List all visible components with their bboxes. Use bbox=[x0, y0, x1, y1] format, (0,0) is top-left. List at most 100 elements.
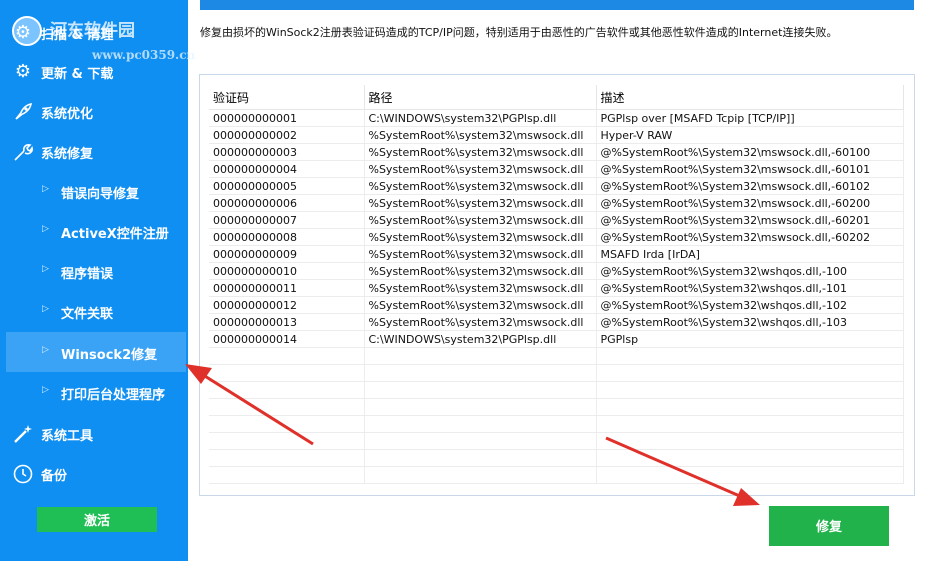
cell-empty bbox=[596, 466, 904, 484]
sidebar-sub-item-error-wizard[interactable]: ▷ 错误向导修复 bbox=[0, 171, 188, 211]
cell-empty bbox=[364, 347, 597, 365]
wrench-icon bbox=[12, 141, 34, 163]
sidebar-sub-item-label: 错误向导修复 bbox=[61, 187, 140, 202]
table-row[interactable]: 000000000006 %SystemRoot%\system32\mswsoc… bbox=[209, 194, 904, 212]
table-header-row: 验证码 路径 描述 bbox=[209, 85, 904, 110]
cell-description: Hyper-V RAW bbox=[596, 126, 904, 144]
cell-description: @%SystemRoot%\System32\wshqos.dll,-101 bbox=[596, 279, 904, 297]
cell-code: 000000000005 bbox=[209, 177, 365, 195]
cell-description: @%SystemRoot%\System32\mswsock.dll,-6020… bbox=[596, 228, 904, 246]
cell-code: 000000000001 bbox=[209, 109, 365, 127]
cell-path: %SystemRoot%\system32\mswsock.dll bbox=[364, 228, 597, 246]
column-header-path[interactable]: 路径 bbox=[364, 85, 597, 110]
clock-icon bbox=[12, 463, 34, 485]
sidebar-item-scan-clean[interactable]: ⚙ 扫描 & 清理 bbox=[0, 12, 188, 52]
fix-button[interactable]: 修复 bbox=[769, 506, 889, 546]
sidebar-item-system-optimize[interactable]: 系统优化 bbox=[0, 91, 188, 131]
sidebar-sub-item-label: ActiveX控件注册 bbox=[61, 227, 169, 242]
sidebar-item-update-download[interactable]: ⚙ 更新 & 下载 bbox=[0, 51, 188, 91]
cell-code: 000000000011 bbox=[209, 279, 365, 297]
table-row[interactable]: 000000000005 %SystemRoot%\system32\mswsoc… bbox=[209, 177, 904, 195]
cell-path: C:\WINDOWS\system32\PGPlsp.dll bbox=[364, 109, 597, 127]
cell-description: MSAFD Irda [IrDA] bbox=[596, 245, 904, 263]
sidebar-sub-item-file-association[interactable]: ▷ 文件关联 bbox=[0, 291, 188, 331]
cell-description: PGPlsp over [MSAFD Tcpip [TCP/IP]] bbox=[596, 109, 904, 127]
cell-path: C:\WINDOWS\system32\PGPlsp.dll bbox=[364, 330, 597, 348]
chevron-right-icon: ▷ bbox=[42, 224, 49, 234]
cell-empty bbox=[209, 381, 365, 399]
table-row[interactable]: 000000000014 C:\WINDOWS\system32\PGPlsp.d… bbox=[209, 330, 904, 348]
column-header-description[interactable]: 描述 bbox=[596, 85, 904, 110]
sidebar-sub-item-winsock2[interactable]: ▷ Winsock2修复 bbox=[6, 332, 186, 372]
cell-description: @%SystemRoot%\System32\wshqos.dll,-102 bbox=[596, 296, 904, 314]
activate-button[interactable]: 激活 bbox=[37, 507, 157, 532]
chevron-right-icon: ▷ bbox=[42, 385, 49, 395]
cell-empty bbox=[596, 415, 904, 433]
table-row[interactable]: 000000000008 %SystemRoot%\system32\mswsoc… bbox=[209, 228, 904, 246]
table-row[interactable]: 000000000001 C:\WINDOWS\system32\PGPlsp.d… bbox=[209, 109, 904, 127]
cell-code: 000000000012 bbox=[209, 296, 365, 314]
page-description: 修复由损坏的WinSock2注册表验证码造成的TCP/IP问题，特别适用于由恶性… bbox=[200, 26, 838, 39]
cell-empty bbox=[596, 381, 904, 399]
table-row-empty bbox=[209, 449, 904, 467]
table-row[interactable]: 000000000012 %SystemRoot%\system32\mswsoc… bbox=[209, 296, 904, 314]
rocket-icon bbox=[12, 101, 34, 123]
winsock-list-panel: 验证码 路径 描述 000000000001 C:\WINDOWS\system3… bbox=[199, 74, 915, 496]
sidebar-item-system-repair[interactable]: 系统修复 bbox=[0, 131, 188, 171]
cell-empty bbox=[596, 432, 904, 450]
cell-empty bbox=[209, 364, 365, 382]
table-row-empty bbox=[209, 398, 904, 416]
winsock-table[interactable]: 验证码 路径 描述 000000000001 C:\WINDOWS\system3… bbox=[209, 85, 904, 485]
chevron-right-icon: ▷ bbox=[42, 304, 49, 314]
cell-empty bbox=[209, 449, 365, 467]
cell-path: %SystemRoot%\system32\mswsock.dll bbox=[364, 126, 597, 144]
cell-empty bbox=[209, 398, 365, 416]
sidebar-sub-item-print-spooler[interactable]: ▷ 打印后台处理程序 bbox=[0, 372, 188, 412]
cell-code: 000000000010 bbox=[209, 262, 365, 280]
cell-code: 000000000007 bbox=[209, 211, 365, 229]
cell-description: @%SystemRoot%\System32\wshqos.dll,-100 bbox=[596, 262, 904, 280]
table-row-empty bbox=[209, 347, 904, 365]
title-bar-gap bbox=[914, 0, 927, 10]
table-row[interactable]: 000000000010 %SystemRoot%\system32\mswsoc… bbox=[209, 262, 904, 280]
table-row-empty bbox=[209, 415, 904, 433]
table-row[interactable]: 000000000002 %SystemRoot%\system32\mswsoc… bbox=[209, 126, 904, 144]
wand-icon bbox=[12, 423, 34, 445]
table-row[interactable]: 000000000013 %SystemRoot%\system32\mswsoc… bbox=[209, 313, 904, 331]
cell-empty bbox=[364, 466, 597, 484]
sidebar-sub-item-label: 程序错误 bbox=[61, 267, 114, 282]
cell-path: %SystemRoot%\system32\mswsock.dll bbox=[364, 177, 597, 195]
sidebar-sub-item-activex[interactable]: ▷ ActiveX控件注册 bbox=[0, 211, 188, 251]
sidebar-sub-item-label: 打印后台处理程序 bbox=[61, 388, 166, 403]
cell-empty bbox=[364, 381, 597, 399]
cell-path: %SystemRoot%\system32\mswsock.dll bbox=[364, 160, 597, 178]
sidebar-sub-item-label: 文件关联 bbox=[61, 307, 114, 322]
cell-code: 000000000006 bbox=[209, 194, 365, 212]
column-header-code[interactable]: 验证码 bbox=[209, 85, 365, 110]
table-row[interactable]: 000000000011 %SystemRoot%\system32\mswsoc… bbox=[209, 279, 904, 297]
table-row[interactable]: 000000000003 %SystemRoot%\system32\mswsoc… bbox=[209, 143, 904, 161]
sidebar-sub-item-program-errors[interactable]: ▷ 程序错误 bbox=[0, 251, 188, 291]
cell-path: %SystemRoot%\system32\mswsock.dll bbox=[364, 262, 597, 280]
sidebar-item-backup[interactable]: 备份 bbox=[0, 453, 188, 493]
sidebar-item-label: 扫描 & 清理 bbox=[41, 28, 114, 43]
cell-empty bbox=[596, 347, 904, 365]
cell-empty bbox=[596, 364, 904, 382]
cell-path: %SystemRoot%\system32\mswsock.dll bbox=[364, 143, 597, 161]
table-row-empty bbox=[209, 364, 904, 382]
title-bar-gap bbox=[186, 0, 200, 10]
cell-path: %SystemRoot%\system32\mswsock.dll bbox=[364, 313, 597, 331]
sidebar-item-system-tools[interactable]: 系统工具 bbox=[0, 413, 188, 453]
sidebar: 河东软件园 www.pc0359.cn ⚙ 扫描 & 清理 ⚙ 更新 & 下载 … bbox=[0, 0, 195, 561]
cell-path: %SystemRoot%\system32\mswsock.dll bbox=[364, 279, 597, 297]
table-row[interactable]: 000000000004 %SystemRoot%\system32\mswsoc… bbox=[209, 160, 904, 178]
cell-empty bbox=[209, 415, 365, 433]
sidebar-item-label: 备份 bbox=[41, 469, 68, 484]
table-row[interactable]: 000000000009 %SystemRoot%\system32\mswsoc… bbox=[209, 245, 904, 263]
cell-code: 000000000009 bbox=[209, 245, 365, 263]
cell-empty bbox=[209, 466, 365, 484]
cell-description: PGPlsp bbox=[596, 330, 904, 348]
table-row[interactable]: 000000000007 %SystemRoot%\system32\mswsoc… bbox=[209, 211, 904, 229]
cell-code: 000000000004 bbox=[209, 160, 365, 178]
cell-path: %SystemRoot%\system32\mswsock.dll bbox=[364, 211, 597, 229]
